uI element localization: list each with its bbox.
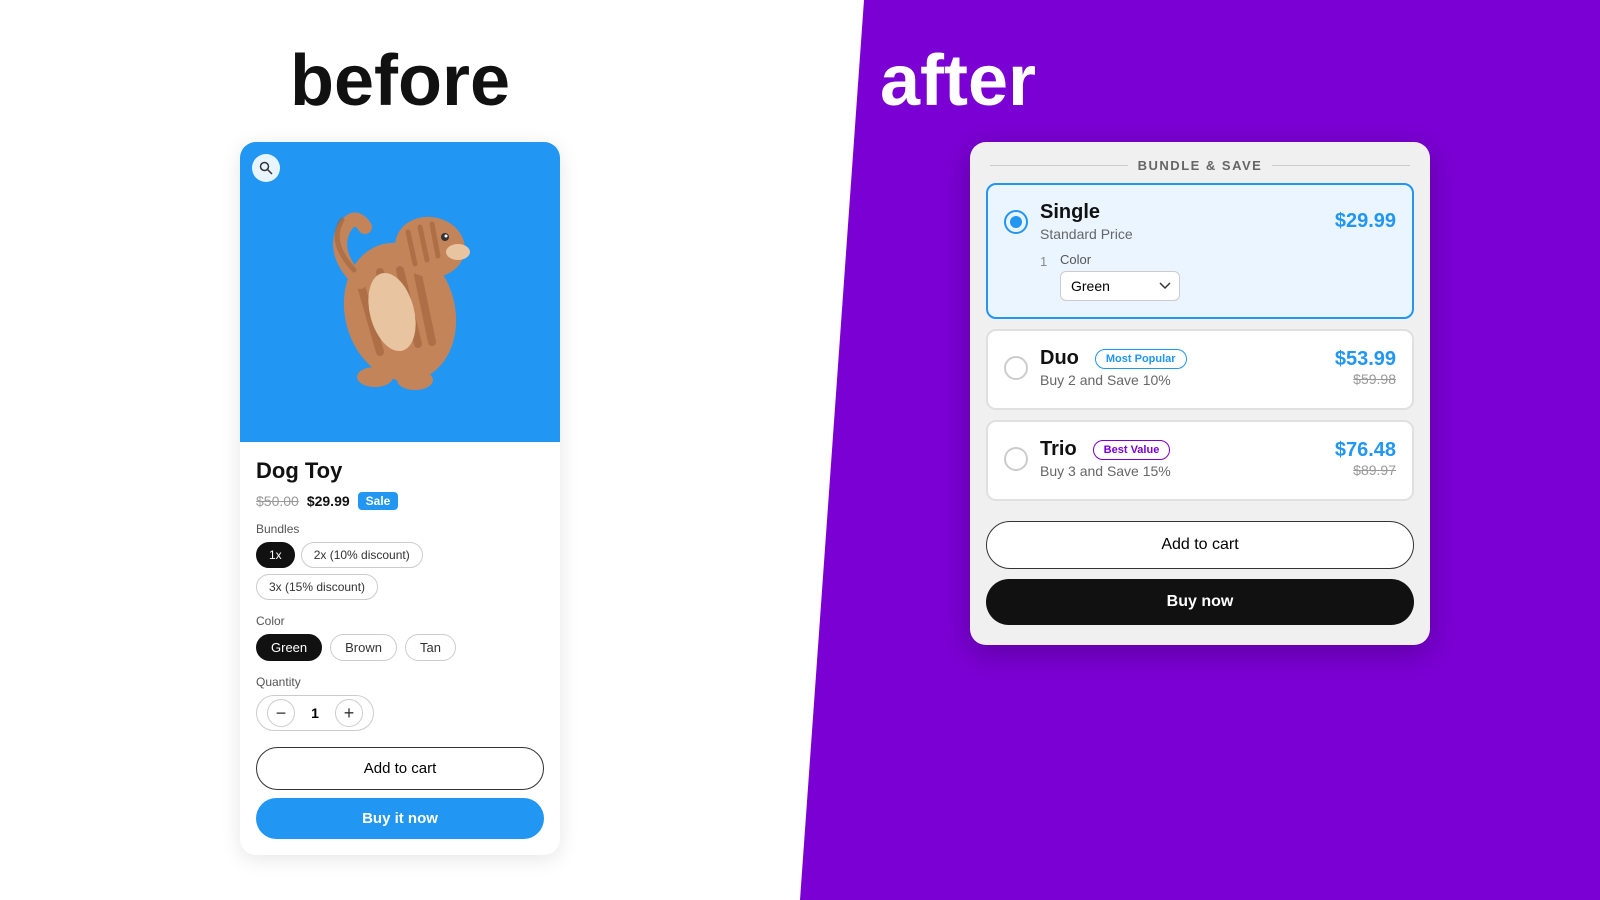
single-color-section: 1 Color Green Brown Tan [1040, 252, 1396, 301]
color-tan-before[interactable]: Tan [405, 634, 456, 661]
dog-toy-image [300, 182, 500, 402]
price-row: $50.00 $29.99 Sale [256, 492, 544, 510]
duo-original-price: $59.98 [1335, 371, 1396, 387]
trio-name-col: Trio Best Value Buy 3 and Save 15% [1040, 438, 1171, 479]
bundle-btn-3x[interactable]: 3x (15% discount) [256, 574, 378, 600]
header-line-right [1272, 165, 1410, 166]
duo-price: $53.99 [1335, 348, 1396, 371]
sale-badge: Sale [358, 492, 399, 510]
trio-option-left: Trio Best Value Buy 3 and Save 15% [1004, 438, 1171, 479]
radio-trio[interactable] [1004, 447, 1028, 471]
single-name-col: Single Standard Price [1040, 201, 1133, 242]
bundles-label: Bundles [256, 522, 544, 536]
single-price: $29.99 [1335, 210, 1396, 233]
single-option-left: Single Standard Price [1004, 201, 1133, 242]
duo-subtitle: Buy 2 and Save 10% [1040, 372, 1187, 388]
product-card-before: Dog Toy $50.00 $29.99 Sale Bundles 1x 2x… [240, 142, 560, 855]
radio-single[interactable] [1004, 210, 1028, 234]
product-details: Dog Toy $50.00 $29.99 Sale Bundles 1x 2x… [240, 442, 560, 855]
after-title: after [880, 40, 1036, 122]
trio-price-col: $76.48 $89.97 [1335, 439, 1396, 478]
before-title: before [290, 40, 510, 122]
bundle-option-single[interactable]: Single Standard Price $29.99 1 Color Gre… [986, 183, 1414, 319]
single-price-col: $29.99 [1335, 210, 1396, 233]
color-options-before: Green Brown Tan [256, 634, 544, 661]
after-buttons: Add to cart Buy now [970, 511, 1430, 625]
duo-name-col: Duo Most Popular Buy 2 and Save 10% [1040, 347, 1187, 388]
single-option-header: Single Standard Price $29.99 [1004, 201, 1396, 242]
product-image-area [240, 142, 560, 442]
radio-duo[interactable] [1004, 356, 1028, 380]
buy-it-now-before[interactable]: Buy it now [256, 798, 544, 839]
trio-subtitle: Buy 3 and Save 15% [1040, 463, 1171, 479]
before-panel: before [0, 0, 800, 900]
bundle-options: 1x 2x (10% discount) 3x (15% discount) [256, 542, 544, 600]
trio-price: $76.48 [1335, 439, 1396, 462]
single-color-content: Color Green Brown Tan [1060, 252, 1396, 301]
quantity-row: − 1 + [256, 695, 544, 731]
qty-value: 1 [305, 705, 325, 721]
quantity-label: Quantity [256, 675, 544, 689]
after-panel: after BUNDLE & SAVE Single Standard Pric… [800, 0, 1600, 900]
single-color-select[interactable]: Green Brown Tan [1060, 271, 1180, 301]
single-color-row: 1 Color Green Brown Tan [1040, 252, 1396, 301]
buy-now-after[interactable]: Buy now [986, 579, 1414, 625]
trio-title: Trio [1040, 438, 1077, 461]
header-line-left [990, 165, 1128, 166]
bundle-btn-1x[interactable]: 1x [256, 542, 295, 568]
single-color-label: Color [1060, 252, 1396, 267]
duo-option-left: Duo Most Popular Buy 2 and Save 10% [1004, 347, 1187, 388]
single-subtitle: Standard Price [1040, 226, 1133, 242]
bundle-option-duo[interactable]: Duo Most Popular Buy 2 and Save 10% $53.… [986, 329, 1414, 410]
duo-tag: Most Popular [1095, 349, 1187, 369]
product-title: Dog Toy [256, 458, 544, 484]
bundle-option-trio[interactable]: Trio Best Value Buy 3 and Save 15% $76.4… [986, 420, 1414, 501]
qty-increase-btn[interactable]: + [335, 699, 363, 727]
duo-price-col: $53.99 $59.98 [1335, 348, 1396, 387]
sale-price: $29.99 [307, 493, 350, 509]
color-green-before[interactable]: Green [256, 634, 322, 661]
bundle-header-title: BUNDLE & SAVE [1138, 158, 1263, 173]
bundle-btn-2x[interactable]: 2x (10% discount) [301, 542, 423, 568]
qty-decrease-btn[interactable]: − [267, 699, 295, 727]
original-price: $50.00 [256, 493, 299, 509]
bundle-save-card: BUNDLE & SAVE Single Standard Price $29.… [970, 142, 1430, 645]
duo-title: Duo [1040, 347, 1079, 370]
trio-original-price: $89.97 [1335, 462, 1396, 478]
zoom-icon[interactable] [252, 154, 280, 182]
add-to-cart-before[interactable]: Add to cart [256, 747, 544, 790]
duo-option-header: Duo Most Popular Buy 2 and Save 10% $53.… [1004, 347, 1396, 388]
color-brown-before[interactable]: Brown [330, 634, 397, 661]
single-row-num: 1 [1040, 254, 1052, 269]
bundle-card-header: BUNDLE & SAVE [970, 142, 1430, 183]
single-title: Single [1040, 201, 1133, 224]
trio-option-header: Trio Best Value Buy 3 and Save 15% $76.4… [1004, 438, 1396, 479]
quantity-stepper[interactable]: − 1 + [256, 695, 374, 731]
radio-inner-single [1010, 216, 1022, 228]
trio-tag: Best Value [1093, 440, 1171, 460]
color-label: Color [256, 614, 544, 628]
add-to-cart-after[interactable]: Add to cart [986, 521, 1414, 569]
